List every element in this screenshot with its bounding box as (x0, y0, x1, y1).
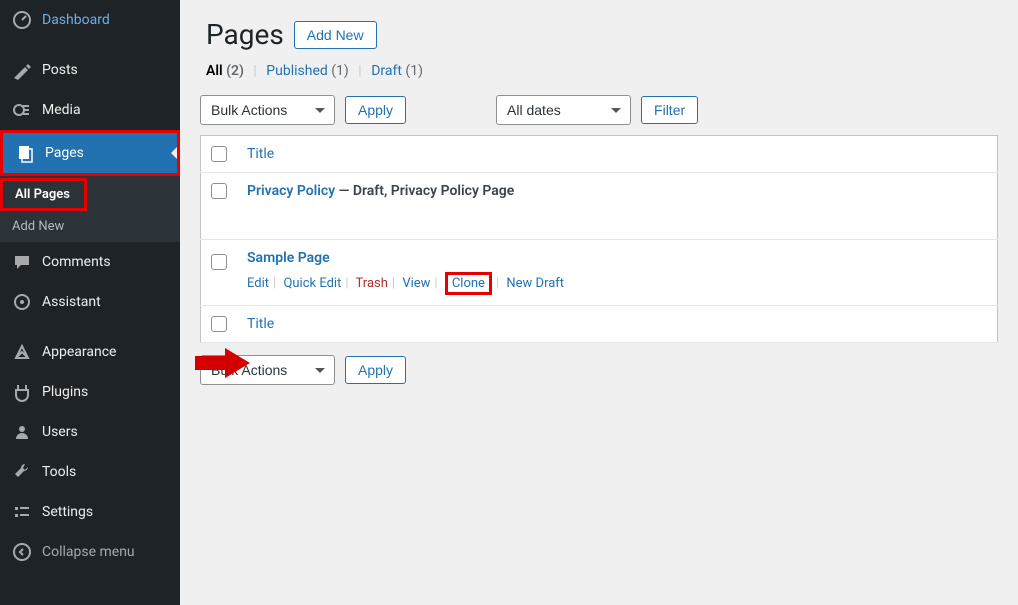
post-state: — Draft, Privacy Policy Page (335, 183, 514, 199)
posts-icon (12, 60, 32, 80)
filter-published[interactable]: Published (1) (266, 63, 349, 79)
sidebar-item-appearance[interactable]: Appearance (0, 332, 180, 372)
sidebar-item-settings[interactable]: Settings (0, 492, 180, 532)
sidebar-item-tools[interactable]: Tools (0, 452, 180, 492)
date-filter-select[interactable]: All dates (496, 95, 631, 125)
sidebar-label: Assistant (42, 294, 101, 310)
page-header: Pages Add New (200, 0, 998, 63)
sidebar-submenu: All Pages Add New (0, 176, 180, 242)
sidebar-item-users[interactable]: Users (0, 412, 180, 452)
sidebar-item-dashboard[interactable]: Dashboard (0, 0, 180, 40)
title-column-header[interactable]: Title (247, 146, 274, 162)
bulk-actions-select[interactable]: Bulk Actions (200, 95, 335, 125)
filter-button[interactable]: Filter (641, 96, 698, 124)
sidebar-label: Appearance (42, 344, 116, 360)
title-column-footer[interactable]: Title (247, 316, 274, 332)
sidebar-label: Media (42, 102, 81, 118)
row-action-view[interactable]: View (402, 276, 430, 291)
row-action-edit[interactable]: Edit (247, 276, 269, 291)
filter-all[interactable]: All (2) (206, 63, 244, 79)
users-icon (12, 422, 32, 442)
sidebar-label: Comments (42, 254, 111, 270)
comments-icon (12, 252, 32, 272)
sidebar-item-media[interactable]: Media (0, 90, 180, 130)
row-action-quick-edit[interactable]: Quick Edit (283, 276, 341, 291)
tools-icon (12, 462, 32, 482)
sidebar-label: Posts (42, 62, 78, 78)
sidebar-item-comments[interactable]: Comments (0, 242, 180, 282)
status-filters: All (2) | Published (1) | Draft (1) (200, 63, 998, 89)
sidebar-label: Plugins (42, 384, 88, 400)
table-row: Sample Page Edit| Quick Edit| Trash| Vie… (201, 240, 998, 306)
select-all-checkbox[interactable] (211, 146, 227, 162)
select-all-checkbox-footer[interactable] (211, 316, 227, 332)
dashboard-icon (12, 10, 32, 30)
apply-button[interactable]: Apply (345, 96, 406, 124)
table-row: Privacy Policy — Draft, Privacy Policy P… (201, 173, 998, 240)
sidebar-item-pages[interactable]: Pages (0, 130, 180, 176)
pages-icon (15, 143, 35, 163)
appearance-icon (12, 342, 32, 362)
sidebar-item-posts[interactable]: Posts (0, 50, 180, 90)
row-title-link[interactable]: Sample Page (247, 250, 330, 266)
pages-table: Title Privacy Policy — Draft, Privacy Po… (200, 135, 998, 343)
row-action-clone[interactable]: Clone (452, 276, 485, 291)
collapse-label: Collapse menu (42, 544, 135, 560)
row-actions: Edit| Quick Edit| Trash| View| Clone| Ne… (247, 272, 987, 295)
row-action-new-draft[interactable]: New Draft (506, 276, 564, 291)
sidebar-label: Users (42, 424, 78, 440)
collapse-icon (12, 542, 32, 562)
tablenav-bottom: Bulk Actions Apply (200, 343, 998, 395)
submenu-add-new[interactable]: Add New (0, 211, 180, 242)
arrow-indicator-icon (195, 348, 250, 378)
page-title: Pages (206, 18, 284, 51)
sidebar-label: Dashboard (42, 12, 110, 28)
sidebar-item-plugins[interactable]: Plugins (0, 372, 180, 412)
submenu-all-pages[interactable]: All Pages (0, 178, 87, 211)
assistant-icon (12, 292, 32, 312)
add-new-button[interactable]: Add New (294, 21, 377, 49)
apply-button-bottom[interactable]: Apply (345, 356, 406, 384)
sidebar-label: Settings (42, 504, 93, 520)
collapse-menu[interactable]: Collapse menu (0, 532, 180, 572)
media-icon (12, 100, 32, 120)
tablenav-top: Bulk Actions Apply All dates Filter (200, 89, 998, 135)
plugins-icon (12, 382, 32, 402)
filter-draft[interactable]: Draft (1) (371, 63, 423, 79)
row-checkbox[interactable] (211, 183, 227, 199)
sidebar-label: Tools (42, 464, 76, 480)
row-title-link[interactable]: Privacy Policy (247, 183, 335, 199)
sidebar-label: Pages (45, 145, 84, 161)
main-content: Pages Add New All (2) | Published (1) | … (180, 0, 1018, 605)
admin-sidebar: Dashboard Posts Media Pages All Pages Ad… (0, 0, 180, 605)
row-checkbox[interactable] (211, 254, 227, 270)
sidebar-item-assistant[interactable]: Assistant (0, 282, 180, 322)
settings-icon (12, 502, 32, 522)
row-action-trash[interactable]: Trash (356, 276, 388, 291)
